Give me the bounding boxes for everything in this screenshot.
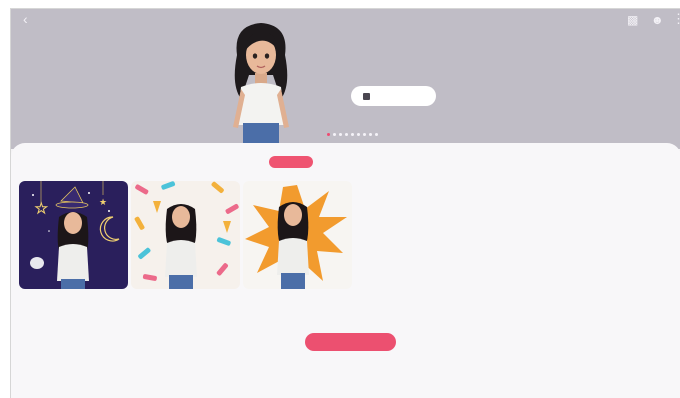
category-tabs <box>245 155 417 169</box>
sticker-card-ice-cream[interactable] <box>131 181 240 289</box>
comic-burst-sticker <box>243 181 352 289</box>
ar-emoji-screen: ‹ ▩ ☻ ⋮ <box>10 8 680 398</box>
person-add-icon[interactable]: ☻ <box>651 14 664 26</box>
page-dot[interactable] <box>369 133 372 136</box>
page-dot[interactable] <box>363 133 366 136</box>
sticker-panel: ★ ★ <box>11 143 680 398</box>
svg-text:★: ★ <box>99 197 107 207</box>
ice-cream-sticker <box>131 181 240 289</box>
page-dot[interactable] <box>375 133 378 136</box>
category-tab[interactable] <box>245 156 259 168</box>
page-dot[interactable] <box>327 133 330 136</box>
svg-text:★: ★ <box>35 200 48 216</box>
page-dot[interactable] <box>339 133 342 136</box>
page-indicator <box>327 133 378 136</box>
category-tab[interactable] <box>395 156 417 168</box>
night-sky-sticker: ★ ★ <box>19 181 128 289</box>
page-dot[interactable] <box>333 133 336 136</box>
sticker-card-night-sky[interactable]: ★ ★ <box>19 181 128 289</box>
hero-banner: ‹ ▩ ☻ ⋮ <box>11 9 680 149</box>
device-frame: ‹ ▩ ☻ ⋮ <box>0 0 680 398</box>
page-dot[interactable] <box>345 133 348 136</box>
sticker-card-comic-burst[interactable] <box>243 181 352 289</box>
create-avatar-button[interactable] <box>351 86 436 106</box>
category-tab[interactable] <box>269 156 313 168</box>
category-tab[interactable] <box>323 156 335 168</box>
category-tab[interactable] <box>373 156 385 168</box>
page-dot[interactable] <box>351 133 354 136</box>
sticker-grid: ★ ★ <box>19 181 352 289</box>
gift-icon[interactable]: ▩ <box>627 14 638 26</box>
create-sticker-button[interactable] <box>305 333 396 351</box>
page-dot[interactable] <box>357 133 360 136</box>
back-arrow-icon[interactable]: ‹ <box>23 12 28 26</box>
camera-icon <box>363 92 370 100</box>
avatar-illustration <box>233 23 289 149</box>
more-options-icon[interactable]: ⋮ <box>672 12 680 25</box>
category-tab[interactable] <box>345 156 363 168</box>
